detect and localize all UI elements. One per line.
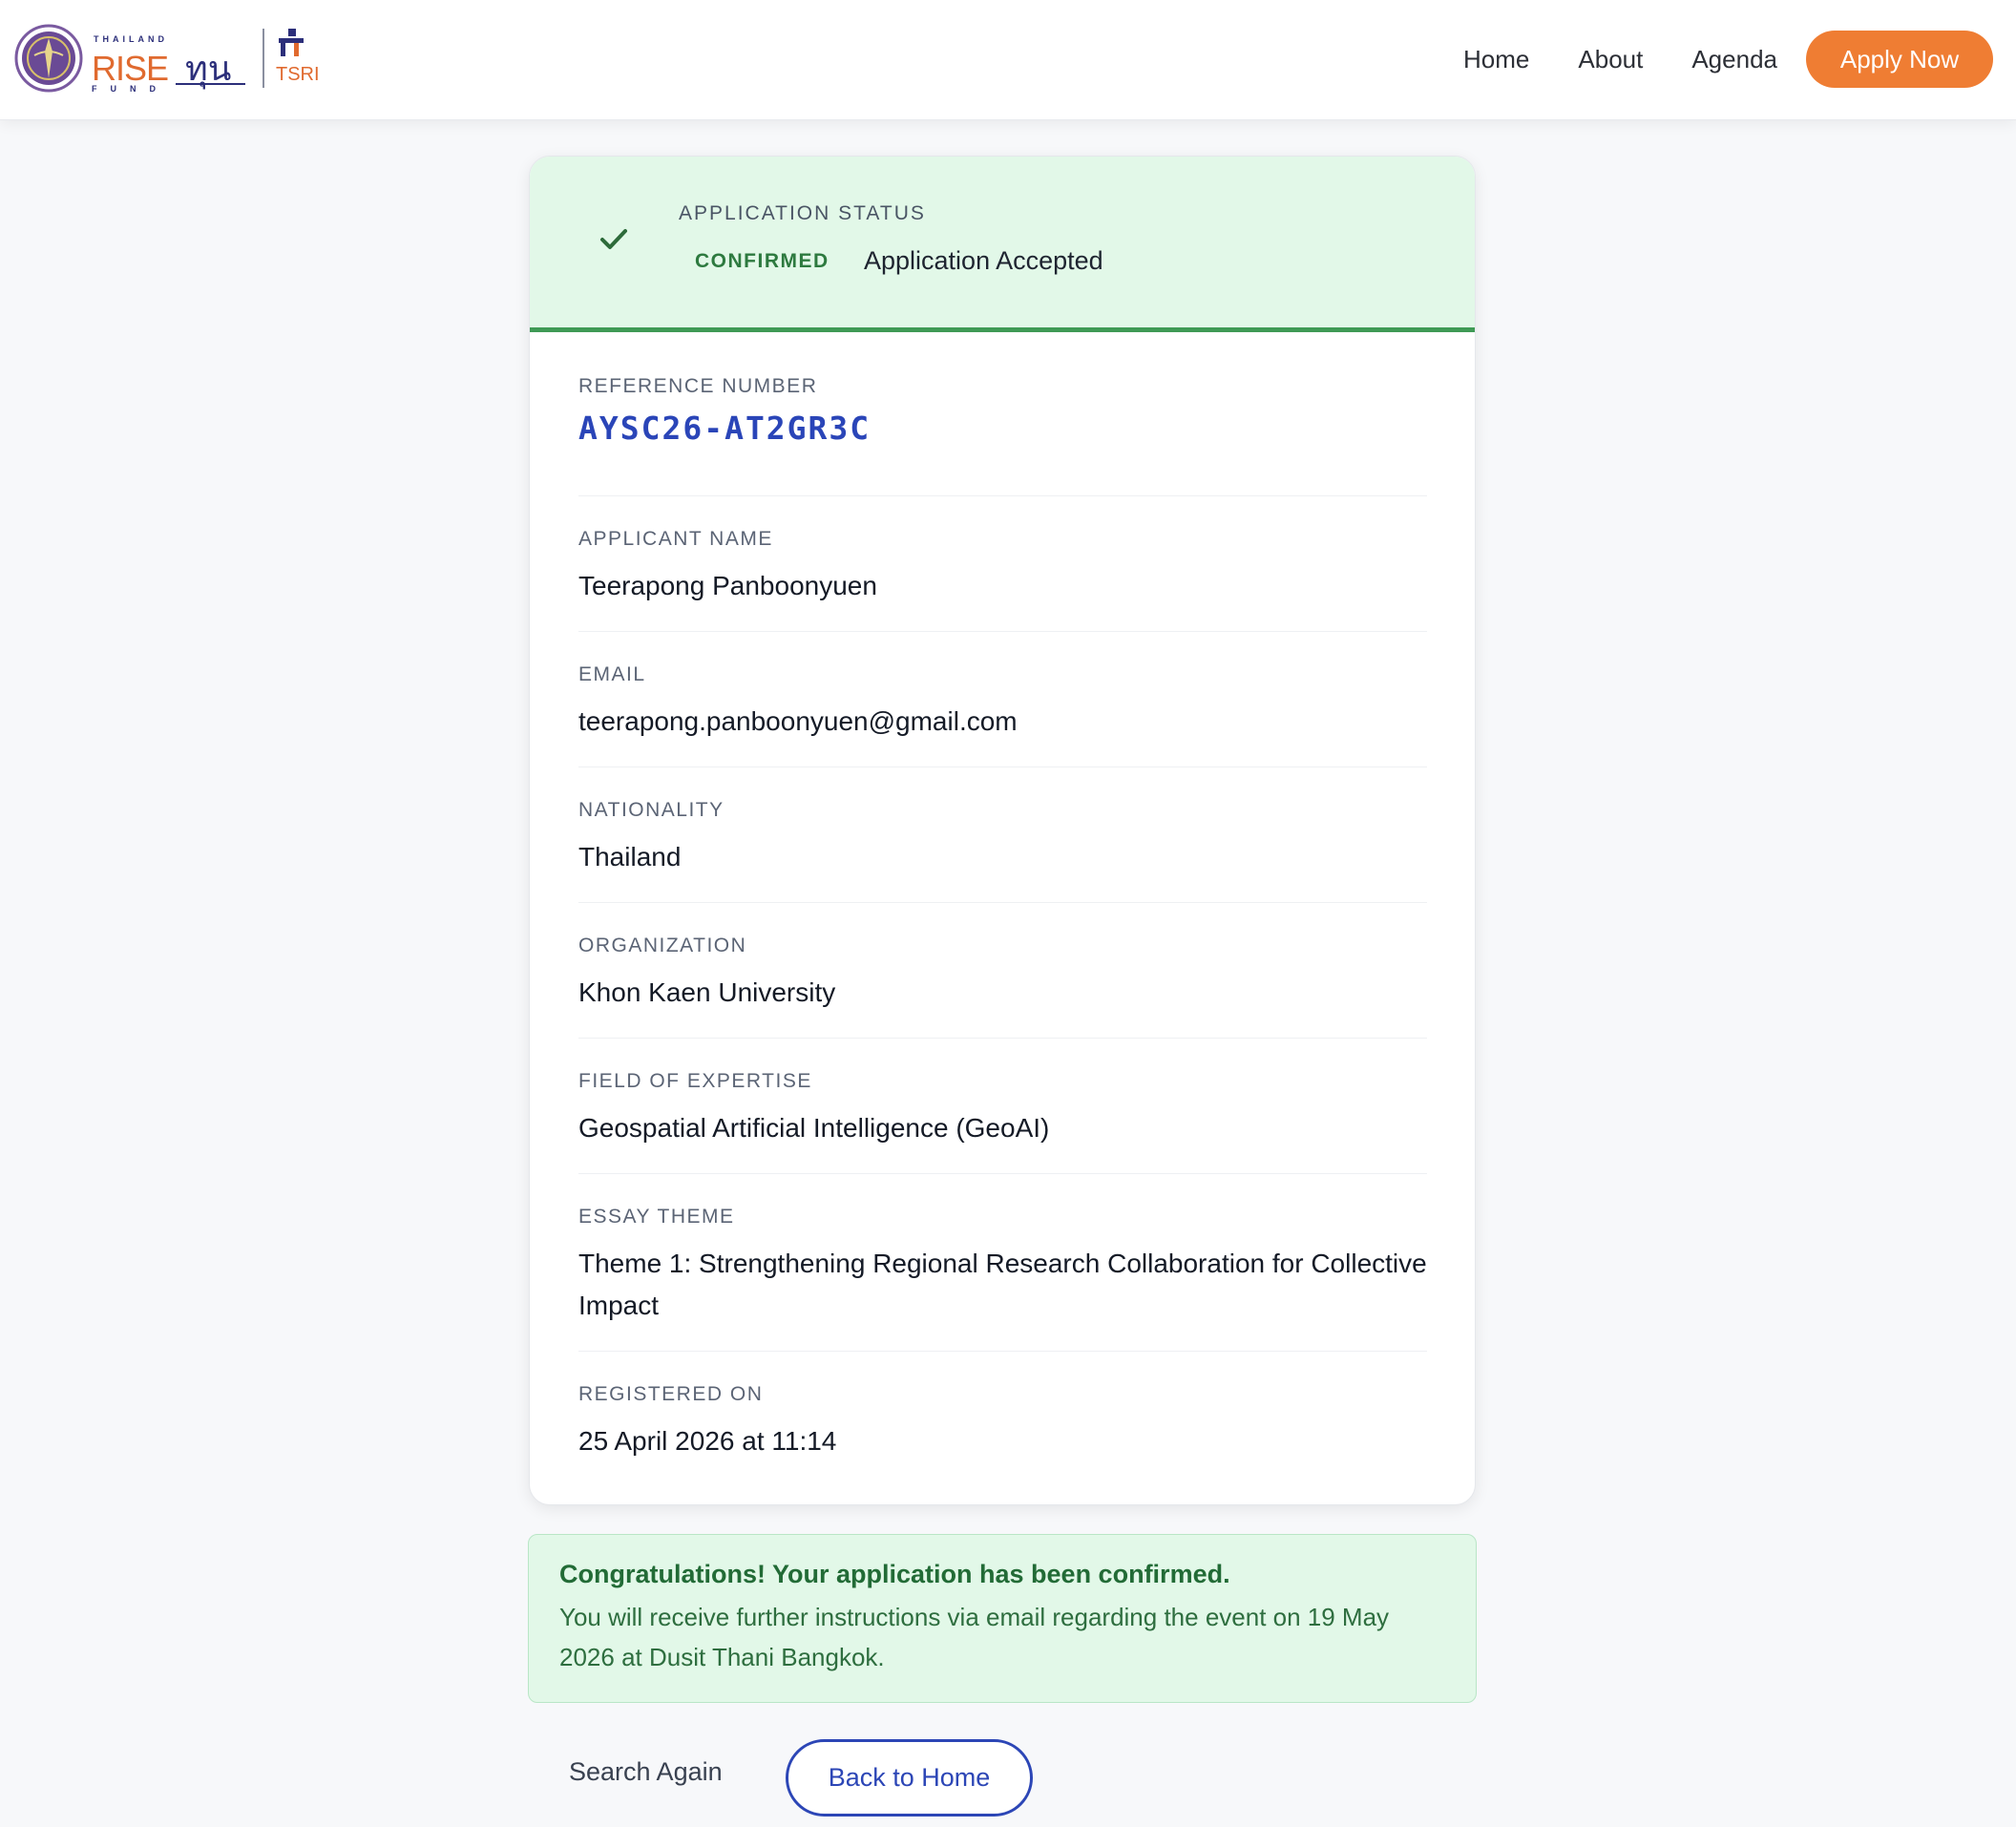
email-value: teerapong.panboonyuen@gmail.com: [578, 706, 1018, 736]
field-reference: REFERENCE NUMBER AYSC26-AT2GR3C: [578, 375, 1427, 496]
nav-agenda-link[interactable]: Agenda: [1691, 45, 1777, 74]
reference-number: AYSC26-AT2GR3C: [578, 410, 872, 447]
confirmation-message: Congratulations! Your application has be…: [528, 1534, 1477, 1703]
svg-text:THAILAND: THAILAND: [94, 34, 168, 44]
field-email: EMAIL teerapong.panboonyuen@gmail.com: [578, 632, 1427, 767]
top-navbar: THAILAND RISE ทุน FUND TSRI Home About A…: [0, 0, 2016, 120]
field-registered-on: REGISTERED ON 25 April 2026 at 11:14: [578, 1352, 1427, 1474]
search-again-link[interactable]: Search Again: [569, 1757, 723, 1787]
field-applicant-name: APPLICANT NAME Teerapong Panboonyuen: [578, 496, 1427, 632]
organization-value: Khon Kaen University: [578, 977, 836, 1007]
status-text: Application Accepted: [864, 246, 1103, 275]
essay-theme-value: Theme 1: Strengthening Regional Research…: [578, 1249, 1427, 1320]
field-label: EMAIL: [578, 663, 646, 685]
field-label: REFERENCE NUMBER: [578, 375, 818, 397]
main-nav: Home About Agenda Apply Now: [1463, 31, 1993, 88]
field-label: ESSAY THEME: [578, 1206, 735, 1228]
svg-text:TSRI: TSRI: [276, 64, 320, 85]
svg-text:RISE: RISE: [92, 49, 168, 88]
apply-now-button[interactable]: Apply Now: [1806, 31, 1993, 88]
field-organization: ORGANIZATION Khon Kaen University: [578, 903, 1427, 1039]
field-label: FIELD OF EXPERTISE: [578, 1070, 812, 1092]
field-label: ORGANIZATION: [578, 934, 747, 956]
applicant-name-value: Teerapong Panboonyuen: [578, 571, 877, 600]
svg-text:FUND: FUND: [92, 84, 169, 94]
status-header: APPLICATION STATUS CONFIRMED Application…: [530, 157, 1475, 332]
confirmation-body: You will receive further instructions vi…: [559, 1603, 1390, 1671]
field-nationality: NATIONALITY Thailand: [578, 767, 1427, 903]
application-details: REFERENCE NUMBER AYSC26-AT2GR3C APPLICAN…: [578, 375, 1427, 1474]
field-label: REGISTERED ON: [578, 1383, 764, 1405]
nationality-value: Thailand: [578, 842, 682, 872]
thailand-rise-fund-logo[interactable]: THAILAND RISE ทุน FUND TSRI: [13, 23, 328, 94]
nav-home-link[interactable]: Home: [1463, 45, 1529, 74]
status-label: APPLICATION STATUS: [679, 202, 926, 224]
status-badge: CONFIRMED: [695, 250, 830, 272]
application-status-card: APPLICATION STATUS CONFIRMED Application…: [529, 156, 1476, 1505]
field-essay-theme: ESSAY THEME Theme 1: Strengthening Regio…: [578, 1174, 1427, 1352]
registered-on-value: 25 April 2026 at 11:14: [578, 1426, 837, 1456]
confirmation-title: Congratulations! Your application has be…: [559, 1560, 1230, 1588]
expertise-value: Geospatial Artificial Intelligence (GeoA…: [578, 1113, 1050, 1143]
field-expertise: FIELD OF EXPERTISE Geospatial Artificial…: [578, 1039, 1427, 1174]
checkmark-icon: [600, 229, 627, 249]
field-label: NATIONALITY: [578, 799, 724, 821]
field-label: APPLICANT NAME: [578, 528, 773, 550]
back-to-home-button[interactable]: Back to Home: [786, 1739, 1033, 1816]
nav-about-link[interactable]: About: [1578, 45, 1643, 74]
